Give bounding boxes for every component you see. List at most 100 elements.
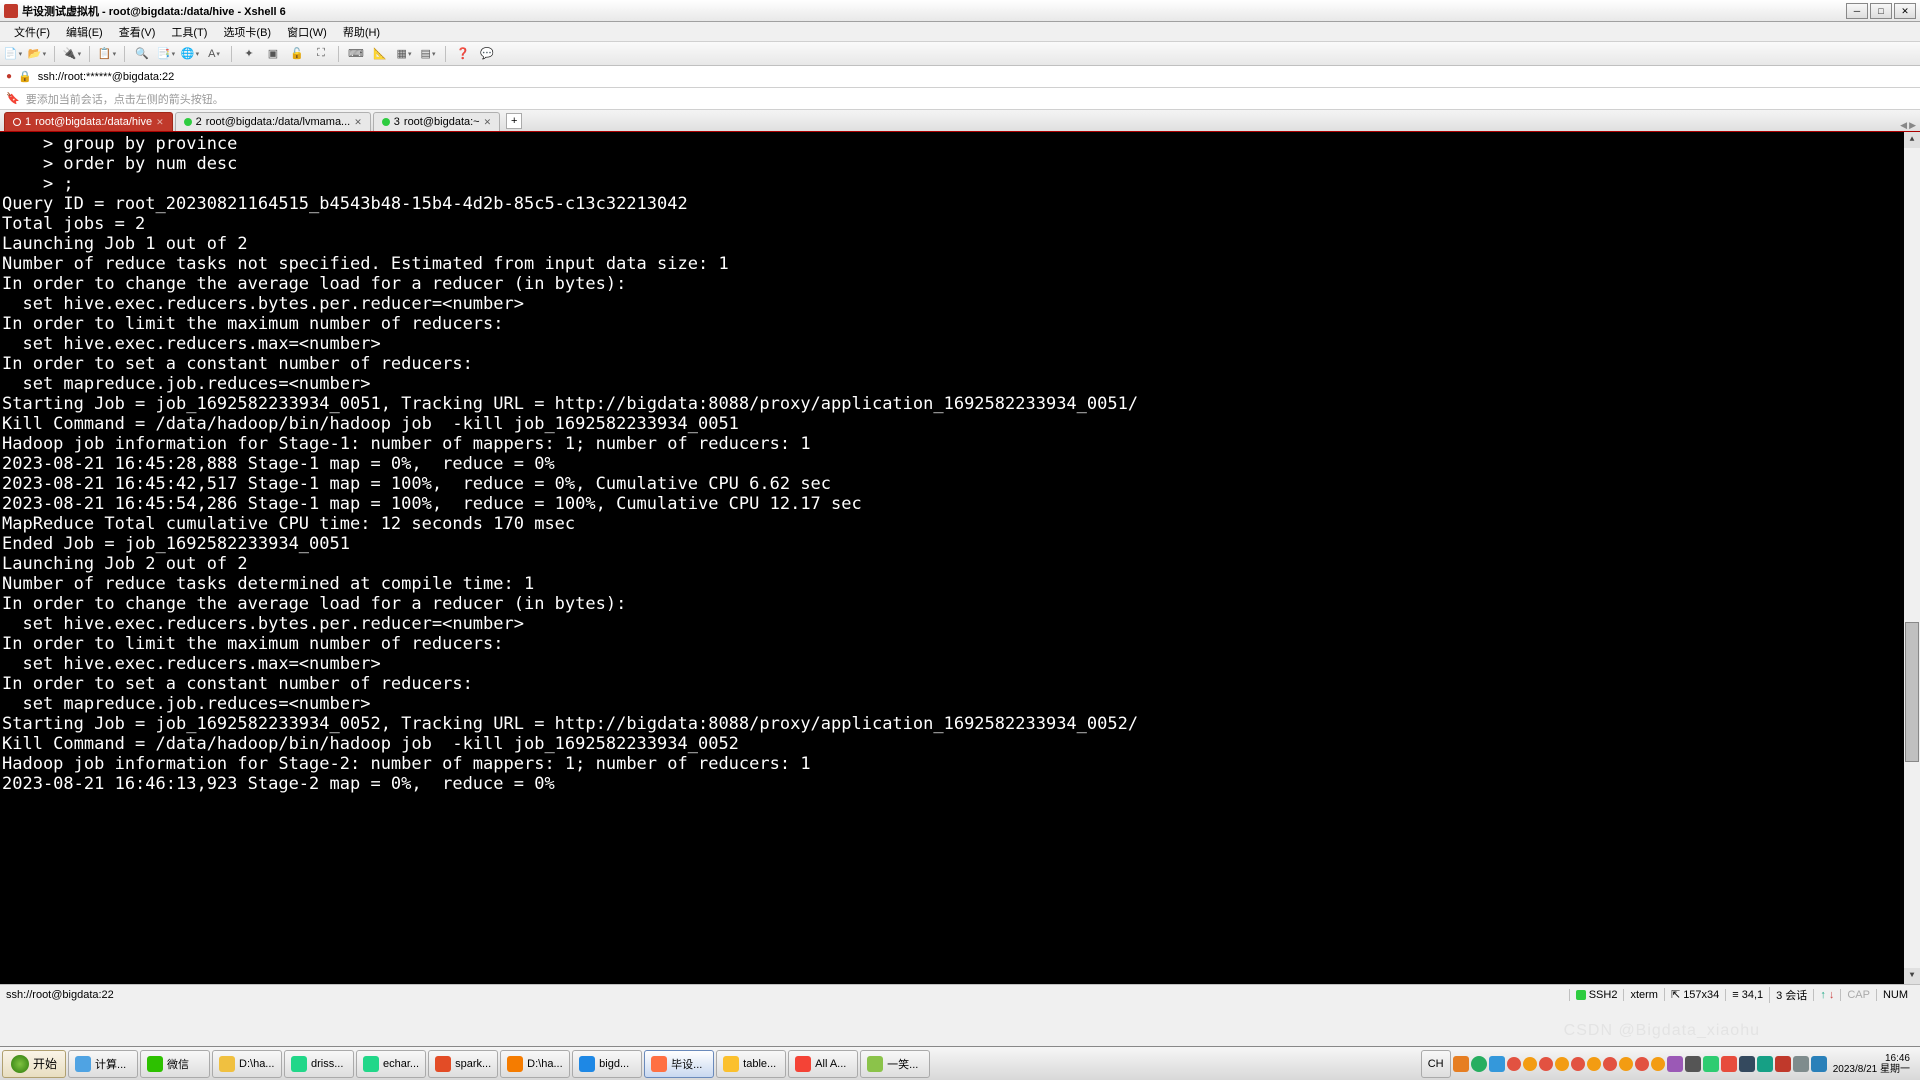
new-session-icon[interactable]: 📄	[4, 45, 22, 63]
terminal-text: > group by province > order by num desc …	[2, 134, 1918, 794]
session-tab[interactable]: 3 root@bigdata:~ ✕	[373, 112, 500, 131]
tray-icon[interactable]	[1489, 1056, 1505, 1072]
chat-icon[interactable]: 💬	[478, 45, 496, 63]
menu-edit[interactable]: 编辑(E)	[58, 24, 111, 40]
tray-icon[interactable]	[1757, 1056, 1773, 1072]
taskbar-item[interactable]: 毕设...	[644, 1050, 714, 1078]
scroll-down-icon[interactable]: ▼	[1904, 968, 1920, 984]
tray-icon[interactable]	[1667, 1056, 1683, 1072]
tray-icon[interactable]	[1775, 1056, 1791, 1072]
tab-nav-next[interactable]: ▶	[1909, 120, 1916, 131]
taskbar-item-label: bigd...	[599, 1058, 629, 1070]
taskbar-item[interactable]: 计算...	[68, 1050, 138, 1078]
close-tab-icon[interactable]: ✕	[354, 117, 362, 128]
help-icon[interactable]: ❓	[454, 45, 472, 63]
start-label: 开始	[33, 1055, 57, 1072]
taskbar-item-label: driss...	[311, 1058, 343, 1070]
menu-help[interactable]: 帮助(H)	[335, 24, 388, 40]
bookmark-icon[interactable]: 🔖	[6, 92, 20, 105]
close-button[interactable]: ✕	[1894, 3, 1916, 19]
add-tab-button[interactable]: +	[506, 113, 522, 129]
measure-icon[interactable]: 📐	[371, 45, 389, 63]
app-icon	[867, 1056, 883, 1072]
session-tab[interactable]: 1 root@bigdata:/data/hive ✕	[4, 112, 173, 131]
tray-icon[interactable]	[1471, 1056, 1487, 1072]
spark-icon[interactable]: ✦	[240, 45, 258, 63]
tray-icon[interactable]	[1453, 1056, 1469, 1072]
system-tray: CH 16:46 2023/8/21 星期一	[1417, 1050, 1918, 1078]
status-num: NUM	[1876, 989, 1914, 1001]
tray-icon[interactable]	[1721, 1056, 1737, 1072]
layout-icon[interactable]: ▤	[419, 45, 437, 63]
tray-icon[interactable]	[1703, 1056, 1719, 1072]
qq-icon[interactable]	[1603, 1057, 1617, 1071]
menu-window[interactable]: 窗口(W)	[279, 24, 335, 40]
taskbar-item-label: 计算...	[95, 1056, 126, 1072]
status-dot-icon	[184, 118, 192, 126]
taskbar-item[interactable]: 微信	[140, 1050, 210, 1078]
menu-tools[interactable]: 工具(T)	[163, 24, 215, 40]
font-icon[interactable]: A	[205, 45, 223, 63]
taskbar-item-label: D:\ha...	[527, 1058, 562, 1070]
close-tab-icon[interactable]: ✕	[156, 117, 164, 128]
taskbar-item[interactable]: D:\ha...	[500, 1050, 570, 1078]
qq-icon[interactable]	[1571, 1057, 1585, 1071]
taskbar-item[interactable]: 一笑...	[860, 1050, 930, 1078]
taskbar-item-label: echar...	[383, 1058, 419, 1070]
session-tab[interactable]: 2 root@bigdata:/data/lvmama... ✕	[175, 112, 371, 131]
qq-icon[interactable]	[1523, 1057, 1537, 1071]
qq-icon[interactable]	[1539, 1057, 1553, 1071]
lock-icon[interactable]: 🔓	[288, 45, 306, 63]
qq-icon[interactable]	[1507, 1057, 1521, 1071]
menu-tab[interactable]: 选项卡(B)	[215, 24, 279, 40]
close-tab-icon[interactable]: ✕	[484, 117, 492, 128]
windows-orb-icon	[11, 1055, 29, 1073]
app-icon	[75, 1056, 91, 1072]
hint-text: 要添加当前会话，点击左侧的箭头按钮。	[26, 91, 224, 107]
globe-icon[interactable]: 🌐	[181, 45, 199, 63]
hint-bar: 🔖 要添加当前会话，点击左侧的箭头按钮。	[0, 88, 1920, 110]
start-button[interactable]: 开始	[2, 1050, 66, 1078]
ssh-address[interactable]: ssh://root:******@bigdata:22	[38, 71, 175, 83]
scrollbar-thumb[interactable]	[1905, 622, 1919, 762]
search-icon[interactable]: 🔍	[133, 45, 151, 63]
tab-nav-prev[interactable]: ◀	[1900, 120, 1907, 131]
menu-file[interactable]: 文件(F)	[6, 24, 58, 40]
qq-icon[interactable]	[1651, 1057, 1665, 1071]
taskbar-item[interactable]: All A...	[788, 1050, 858, 1078]
grid-icon[interactable]: ▦	[395, 45, 413, 63]
fullscreen-icon[interactable]: ⛶	[312, 45, 330, 63]
taskbar-item[interactable]: spark...	[428, 1050, 498, 1078]
taskbar-item[interactable]: bigd...	[572, 1050, 642, 1078]
tab-num: 3	[394, 116, 400, 128]
taskbar-item-label: 微信	[167, 1056, 189, 1072]
tray-icon[interactable]	[1739, 1056, 1755, 1072]
qq-icon[interactable]	[1619, 1057, 1633, 1071]
copy-icon[interactable]: 📋	[98, 45, 116, 63]
tray-icon[interactable]	[1685, 1056, 1701, 1072]
tray-icon[interactable]	[1811, 1056, 1827, 1072]
taskbar-item[interactable]: D:\ha...	[212, 1050, 282, 1078]
qq-icon[interactable]	[1587, 1057, 1601, 1071]
qq-icon[interactable]	[1635, 1057, 1649, 1071]
minimize-button[interactable]: ─	[1846, 3, 1868, 19]
qq-icon[interactable]	[1555, 1057, 1569, 1071]
record-icon[interactable]: ●	[6, 71, 12, 82]
lang-indicator[interactable]: CH	[1421, 1050, 1451, 1078]
screen-icon[interactable]: ▣	[264, 45, 282, 63]
open-icon[interactable]: 📂	[28, 45, 46, 63]
tray-icon[interactable]	[1793, 1056, 1809, 1072]
terminal-output[interactable]: > group by province > order by num desc …	[0, 132, 1920, 984]
app-icon	[219, 1056, 235, 1072]
keyboard-icon[interactable]: ⌨	[347, 45, 365, 63]
connect-icon[interactable]: 🔌	[63, 45, 81, 63]
taskbar-item[interactable]: driss...	[284, 1050, 354, 1078]
scroll-up-icon[interactable]: ▲	[1904, 132, 1920, 148]
maximize-button[interactable]: □	[1870, 3, 1892, 19]
menu-view[interactable]: 查看(V)	[111, 24, 164, 40]
taskbar-clock[interactable]: 16:46 2023/8/21 星期一	[1829, 1053, 1914, 1075]
terminal-scrollbar[interactable]: ▲ ▼	[1904, 132, 1920, 984]
paste-icon[interactable]: 📑	[157, 45, 175, 63]
taskbar-item[interactable]: table...	[716, 1050, 786, 1078]
taskbar-item[interactable]: echar...	[356, 1050, 426, 1078]
